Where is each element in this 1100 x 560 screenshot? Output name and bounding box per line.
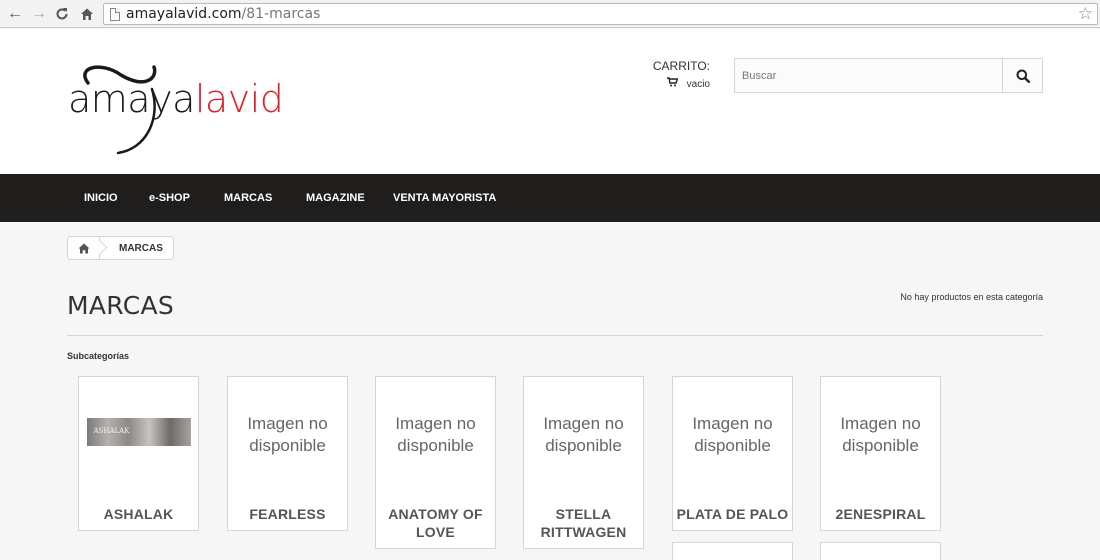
address-bar[interactable]: amayalavid.com/81-marcas ☆ bbox=[103, 3, 1098, 25]
search-input[interactable] bbox=[735, 59, 1003, 92]
cart-status: vacio bbox=[640, 77, 710, 90]
no-products-message: No hay productos en esta categoría bbox=[900, 292, 1043, 302]
page-title: MARCAS bbox=[67, 291, 175, 320]
forward-arrow-icon[interactable]: → bbox=[30, 5, 48, 23]
menu-item-venta-mayorista[interactable]: VENTA MAYORISTA bbox=[393, 174, 496, 222]
page-icon bbox=[110, 8, 120, 21]
cart-summary[interactable]: CARRITO: vacio bbox=[640, 59, 710, 90]
search-icon bbox=[1016, 69, 1030, 83]
subcategory-card-stella-rittwagen[interactable]: Imagen no disponible STELLA RITTWAGEN bbox=[523, 376, 644, 549]
image-unavailable-text: Imagen no disponible bbox=[840, 414, 921, 455]
main-menu: INICIO e-SHOP MARCAS MAGAZINE VENTA MAYO… bbox=[0, 174, 1100, 222]
site-logo[interactable]: amayalavid bbox=[66, 49, 284, 159]
subcategories-heading: Subcategorías bbox=[67, 351, 130, 361]
subcategory-card-partial[interactable] bbox=[672, 542, 793, 560]
subcategory-card-plata-de-palo[interactable]: Imagen no disponible PLATA DE PALO bbox=[672, 376, 793, 531]
cart-icon bbox=[666, 77, 681, 90]
subcategory-image[interactable]: Imagen no disponible bbox=[376, 377, 495, 487]
subcategory-image[interactable]: Imagen no disponible bbox=[821, 377, 940, 487]
subcategory-card-2enespiral[interactable]: Imagen no disponible 2ENESPIRAL bbox=[820, 376, 941, 531]
breadcrumb-home[interactable] bbox=[68, 237, 100, 259]
image-unavailable-text: Imagen no disponible bbox=[692, 414, 773, 455]
cart-status-text: vacio bbox=[686, 79, 710, 90]
subcategory-name[interactable]: ASHALAK bbox=[79, 505, 198, 523]
reload-icon[interactable] bbox=[53, 5, 71, 23]
ashalak-thumbnail: ASHALAK bbox=[86, 418, 191, 446]
logo-wordmark: amayalavid bbox=[68, 77, 284, 121]
image-unavailable-text: Imagen no disponible bbox=[395, 414, 476, 455]
title-divider bbox=[67, 335, 1043, 336]
menu-item-magazine[interactable]: MAGAZINE bbox=[306, 174, 365, 222]
subcategory-image[interactable]: ASHALAK bbox=[79, 377, 198, 487]
subcategory-image[interactable]: Imagen no disponible bbox=[228, 377, 347, 487]
url-text: amayalavid.com/81-marcas bbox=[126, 6, 320, 22]
subcategory-name[interactable]: PLATA DE PALO bbox=[673, 505, 792, 523]
subcategory-card-anatomy-of-love[interactable]: Imagen no disponible ANATOMY OF LOVE bbox=[375, 376, 496, 549]
subcategory-image[interactable]: Imagen no disponible bbox=[524, 377, 643, 487]
url-path: /81-marcas bbox=[241, 6, 321, 22]
menu-item-inicio[interactable]: INICIO bbox=[84, 174, 118, 222]
url-domain: amayalavid.com bbox=[126, 6, 242, 22]
home-icon[interactable] bbox=[78, 5, 96, 23]
breadcrumb: MARCAS bbox=[67, 236, 174, 260]
subcategory-card-partial[interactable] bbox=[820, 542, 941, 560]
subcategory-name[interactable]: ANATOMY OF LOVE bbox=[376, 505, 495, 541]
subcategory-name[interactable]: STELLA RITTWAGEN bbox=[524, 505, 643, 541]
home-icon bbox=[78, 243, 89, 253]
search-box bbox=[734, 58, 1043, 93]
menu-item-eshop[interactable]: e-SHOP bbox=[149, 174, 190, 222]
bookmark-star-icon[interactable]: ☆ bbox=[1078, 4, 1093, 24]
back-arrow-icon[interactable]: ← bbox=[6, 5, 24, 23]
subcategory-name[interactable]: FEARLESS bbox=[228, 505, 347, 523]
site-header: amayalavid CARRITO: vacio bbox=[0, 29, 1100, 174]
logo-part-red: lavid bbox=[194, 77, 284, 121]
ashalak-thumb-text: ASHALAK bbox=[93, 427, 130, 435]
subcategory-card-ashalak[interactable]: ASHALAK ASHALAK bbox=[78, 376, 199, 531]
cart-label: CARRITO: bbox=[652, 59, 710, 73]
subcategory-image[interactable]: Imagen no disponible bbox=[673, 377, 792, 487]
menu-item-marcas[interactable]: MARCAS bbox=[224, 174, 272, 222]
image-unavailable-text: Imagen no disponible bbox=[247, 414, 328, 455]
subcategory-name[interactable]: 2ENESPIRAL bbox=[821, 505, 940, 523]
logo-part-dark: amaya bbox=[68, 77, 195, 121]
subcategory-card-fearless[interactable]: Imagen no disponible FEARLESS bbox=[227, 376, 348, 531]
browser-toolbar: ← → amayalavid.com/81-marcas ☆ bbox=[0, 0, 1100, 28]
breadcrumb-current: MARCAS bbox=[119, 242, 163, 254]
search-button[interactable] bbox=[1002, 59, 1042, 92]
image-unavailable-text: Imagen no disponible bbox=[543, 414, 624, 455]
